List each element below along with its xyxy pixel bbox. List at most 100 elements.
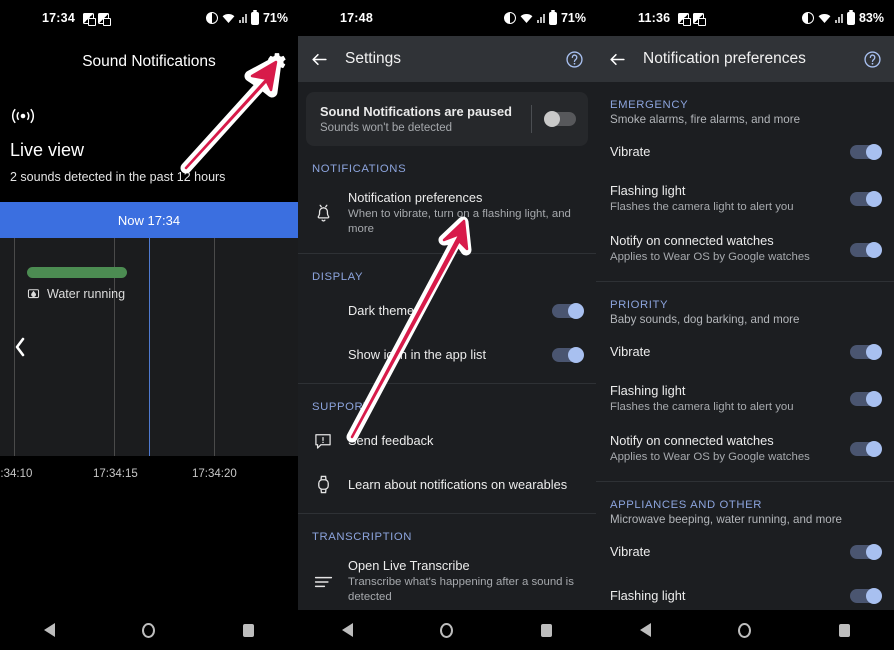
row-subtitle: Applies to Wear OS by Google watches [610,250,834,265]
paused-card[interactable]: Sound Notifications are paused Sounds wo… [306,92,588,146]
status-left-icons [83,13,109,24]
back-triangle-icon[interactable] [44,623,55,637]
paused-toggle[interactable] [544,111,578,127]
status-right-icons: 71% [504,11,586,25]
section-header-notifications: NOTIFICATIONS [298,146,596,181]
status-left-icons [678,13,704,24]
emergency-vibrate-toggle[interactable] [848,144,882,160]
app-bar-settings: Settings [298,36,596,82]
axis-tick-label: 17:34:20 [192,468,237,480]
home-circle-icon[interactable] [142,623,155,638]
notification-preferences-content[interactable]: EMERGENCY Smoke alarms, fire alarms, and… [596,82,894,610]
sound-event-bar[interactable] [27,267,127,278]
row-emergency-vibrate[interactable]: Vibrate [596,130,894,174]
status-right-icons: 71% [206,11,288,25]
feedback-icon [312,430,334,452]
section-header-display: DISPLAY [298,254,596,289]
translate-icon [83,13,94,24]
row-title: Vibrate [610,544,650,559]
row-title: Send feedback [348,433,433,448]
gear-icon[interactable] [266,51,288,73]
priority-watches-toggle[interactable] [848,441,882,457]
now-bar[interactable]: Now 17:34 [0,202,298,238]
row-title: Notification preferences [348,190,584,205]
status-bar-1: 17:34 71% [0,0,298,36]
home-circle-icon[interactable] [738,623,751,638]
row-title: Notify on connected watches [610,233,834,248]
section-subtitle-appliances: Microwave beeping, water running, and mo… [596,513,894,530]
status-time: 11:36 [638,11,670,25]
paused-card-title: Sound Notifications are paused [320,104,527,119]
paused-card-subtitle: Sounds won't be detected [320,122,527,134]
section-header-priority: PRIORITY [596,282,894,313]
status-bar-3: 11:36 83% [596,0,894,36]
row-title: Show icon in the app list [348,347,486,362]
watch-icon [312,474,334,496]
signal-icon [835,13,843,23]
emergency-watches-toggle[interactable] [848,242,882,258]
appliances-vibrate-toggle[interactable] [848,544,882,560]
status-bar-2: 17:48 71% [298,0,596,36]
row-notification-preferences[interactable]: Notification preferences When to vibrate… [298,181,596,247]
section-header-emergency: EMERGENCY [596,82,894,113]
battery-percent: 71% [263,11,288,25]
row-title: Flashing light [610,183,834,198]
section-subtitle-priority: Baby sounds, dog barking, and more [596,313,894,330]
recents-square-icon[interactable] [839,624,850,637]
translate-icon [98,13,109,24]
sound-timeline-chart[interactable]: Water running [0,238,298,456]
row-subtitle: Flashes the camera light to alert you [610,200,834,215]
back-triangle-icon[interactable] [342,623,353,637]
battery-icon [251,12,259,25]
gridline [214,238,215,456]
row-title: Flashing light [610,383,834,398]
back-triangle-icon[interactable] [640,623,651,637]
help-circle-icon[interactable] [863,50,882,69]
three-phone-screenshots: 17:34 71% Sound Notifications [0,0,894,650]
row-appliances-vibrate[interactable]: Vibrate [596,530,894,574]
back-arrow-icon[interactable] [608,50,627,69]
chevron-left-icon[interactable] [12,336,28,358]
row-show-icon-app-list[interactable]: Show icon in the app list [298,333,596,377]
priority-vibrate-toggle[interactable] [848,344,882,360]
emergency-flashing-light-toggle[interactable] [848,191,882,207]
row-emergency-connected-watches[interactable]: Notify on connected watches Applies to W… [596,224,894,274]
battery-icon [847,12,855,25]
appliances-flashing-light-toggle[interactable] [848,588,882,604]
show-icon-toggle[interactable] [550,347,584,363]
row-open-live-transcribe[interactable]: Open Live Transcribe Transcribe what's h… [298,549,596,610]
row-title: Notify on connected watches [610,433,834,448]
sound-event-label: Water running [27,286,125,302]
row-dark-theme[interactable]: Dark theme [298,289,596,333]
axis-tick-label: 17:34:15 [93,468,138,480]
contrast-icon [802,12,814,24]
home-circle-icon[interactable] [440,623,453,638]
timeline-axis: 7:34:10 17:34:15 17:34:20 [0,456,298,496]
recents-square-icon[interactable] [541,624,552,637]
priority-flashing-light-toggle[interactable] [848,391,882,407]
row-send-feedback[interactable]: Send feedback [298,419,596,463]
live-view-title: Live view [10,140,288,161]
translate-icon [678,13,689,24]
help-circle-icon[interactable] [565,50,584,69]
recents-square-icon[interactable] [243,624,254,637]
row-title: Flashing light [610,588,685,603]
app-bar-notification-preferences: Notification preferences [596,36,894,82]
wifi-icon [818,13,831,24]
back-arrow-icon[interactable] [310,50,329,69]
settings-content[interactable]: Sound Notifications are paused Sounds wo… [298,82,596,610]
axis-tick-label: 7:34:10 [0,468,32,480]
dark-theme-toggle[interactable] [550,303,584,319]
row-priority-vibrate[interactable]: Vibrate [596,330,894,374]
row-title: Vibrate [610,144,650,159]
bell-ring-icon [312,203,334,225]
translate-icon [693,13,704,24]
transcribe-lines-icon [312,571,334,593]
row-learn-wearables[interactable]: Learn about notifications on wearables [298,463,596,507]
row-priority-connected-watches[interactable]: Notify on connected watches Applies to W… [596,424,894,474]
row-priority-flashing-light[interactable]: Flashing light Flashes the camera light … [596,374,894,424]
row-emergency-flashing-light[interactable]: Flashing light Flashes the camera light … [596,174,894,224]
page-title: Settings [345,50,549,68]
row-appliances-flashing-light[interactable]: Flashing light [596,574,894,610]
section-header-support: SUPPORT [298,384,596,419]
